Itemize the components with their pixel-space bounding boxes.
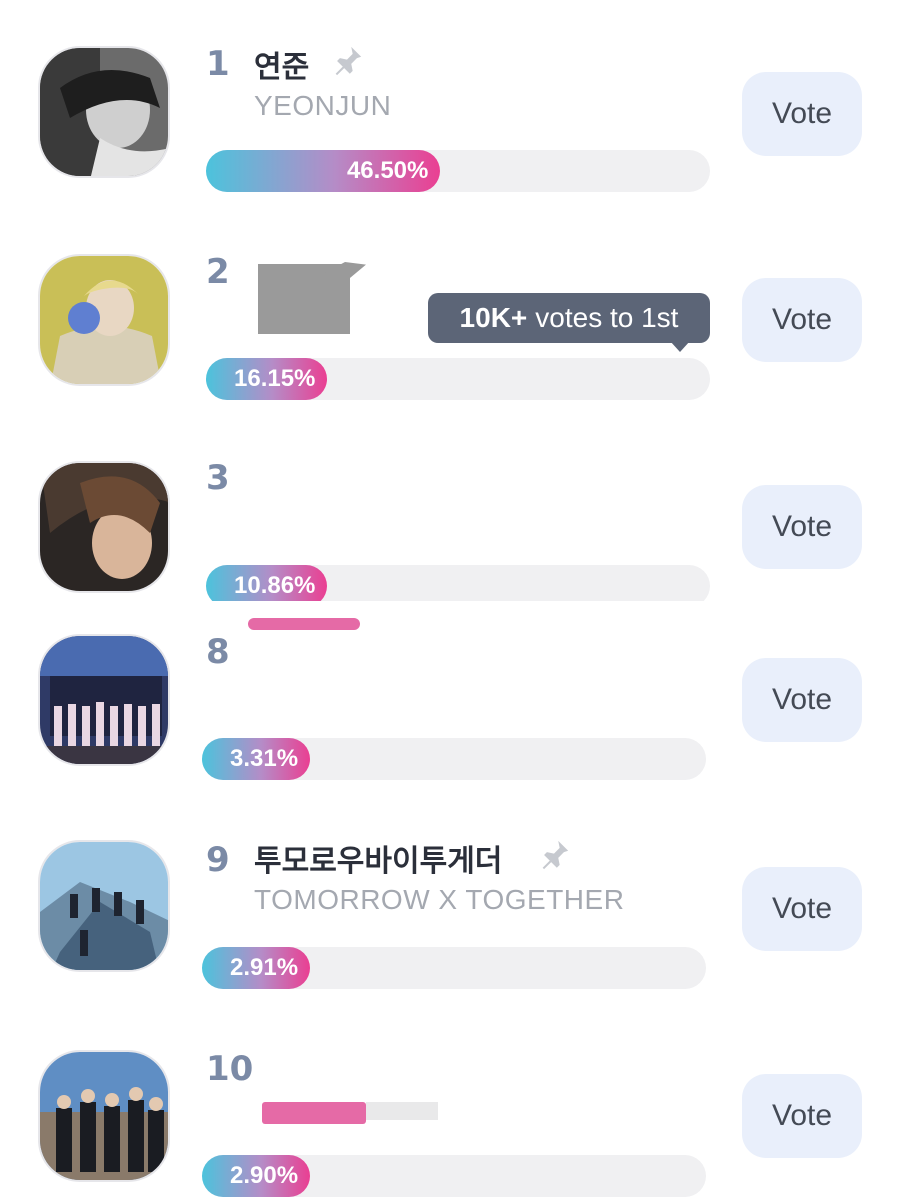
screenshot-crop-edge — [200, 601, 720, 611]
rank-number: 2 — [206, 252, 230, 292]
vote-share-bar: 2.90% — [202, 1155, 706, 1197]
avatar-entry-8[interactable] — [38, 634, 170, 766]
tooltip-votes-to-first: 10K+ votes to 1st — [428, 293, 710, 343]
vote-button[interactable]: Vote — [742, 485, 862, 569]
avatar-entry-9[interactable] — [38, 840, 170, 972]
vote-share-fill: 3.31% — [202, 738, 311, 780]
tooltip-vote-gap: 10K+ — [459, 302, 528, 333]
pin-icon[interactable] — [330, 44, 364, 82]
vote-button[interactable]: Vote — [742, 867, 862, 951]
artist-name: 연준 — [254, 50, 310, 85]
vote-share-bar: 46.50% — [206, 150, 710, 192]
avatar-entry-10[interactable] — [38, 1050, 170, 1182]
vote-percentage: 10.86% — [234, 572, 316, 599]
vote-percentage: 16.15% — [234, 365, 316, 392]
avatar-entry-3[interactable] — [38, 461, 170, 593]
rank-number: 10 — [206, 1049, 254, 1089]
vote-percentage: 46.50% — [346, 157, 429, 184]
redacted-name — [262, 1102, 366, 1124]
pin-icon[interactable] — [537, 838, 571, 876]
avatar-entry-1[interactable] — [38, 46, 170, 178]
vote-button[interactable]: Vote — [742, 278, 862, 362]
vote-share-fill: 2.91% — [202, 947, 311, 989]
vote-share-bar: 16.15% — [206, 358, 710, 400]
artist-subname: TOMORROW X TOGETHER — [254, 884, 625, 915]
vote-share-fill: 46.50% — [206, 150, 441, 192]
avatar-entry-2[interactable] — [38, 254, 170, 386]
vote-percentage: 2.91% — [230, 954, 299, 981]
tooltip-text: votes to 1st — [535, 302, 679, 333]
tooltip-tail — [670, 341, 690, 352]
vote-button[interactable]: Vote — [742, 658, 862, 742]
vote-share-fill: 2.90% — [202, 1155, 311, 1197]
artist-name: 투모로우바이투게더 — [254, 844, 503, 879]
redacted-name — [248, 618, 360, 630]
artist-subname: YEONJUN — [254, 90, 392, 121]
rank-number: 8 — [206, 632, 230, 672]
vote-button[interactable]: Vote — [742, 72, 862, 156]
vote-percentage: 2.90% — [230, 1162, 299, 1189]
vote-button[interactable]: Vote — [742, 1074, 862, 1158]
vote-percentage: 3.31% — [230, 745, 299, 772]
vote-share-fill: 16.15% — [206, 358, 328, 400]
rank-number: 9 — [206, 840, 230, 880]
rank-number: 3 — [206, 458, 230, 498]
vote-share-bar: 2.91% — [202, 947, 706, 989]
rank-number: 1 — [206, 44, 230, 84]
redacted-name — [366, 1102, 438, 1120]
vote-share-bar: 3.31% — [202, 738, 706, 780]
